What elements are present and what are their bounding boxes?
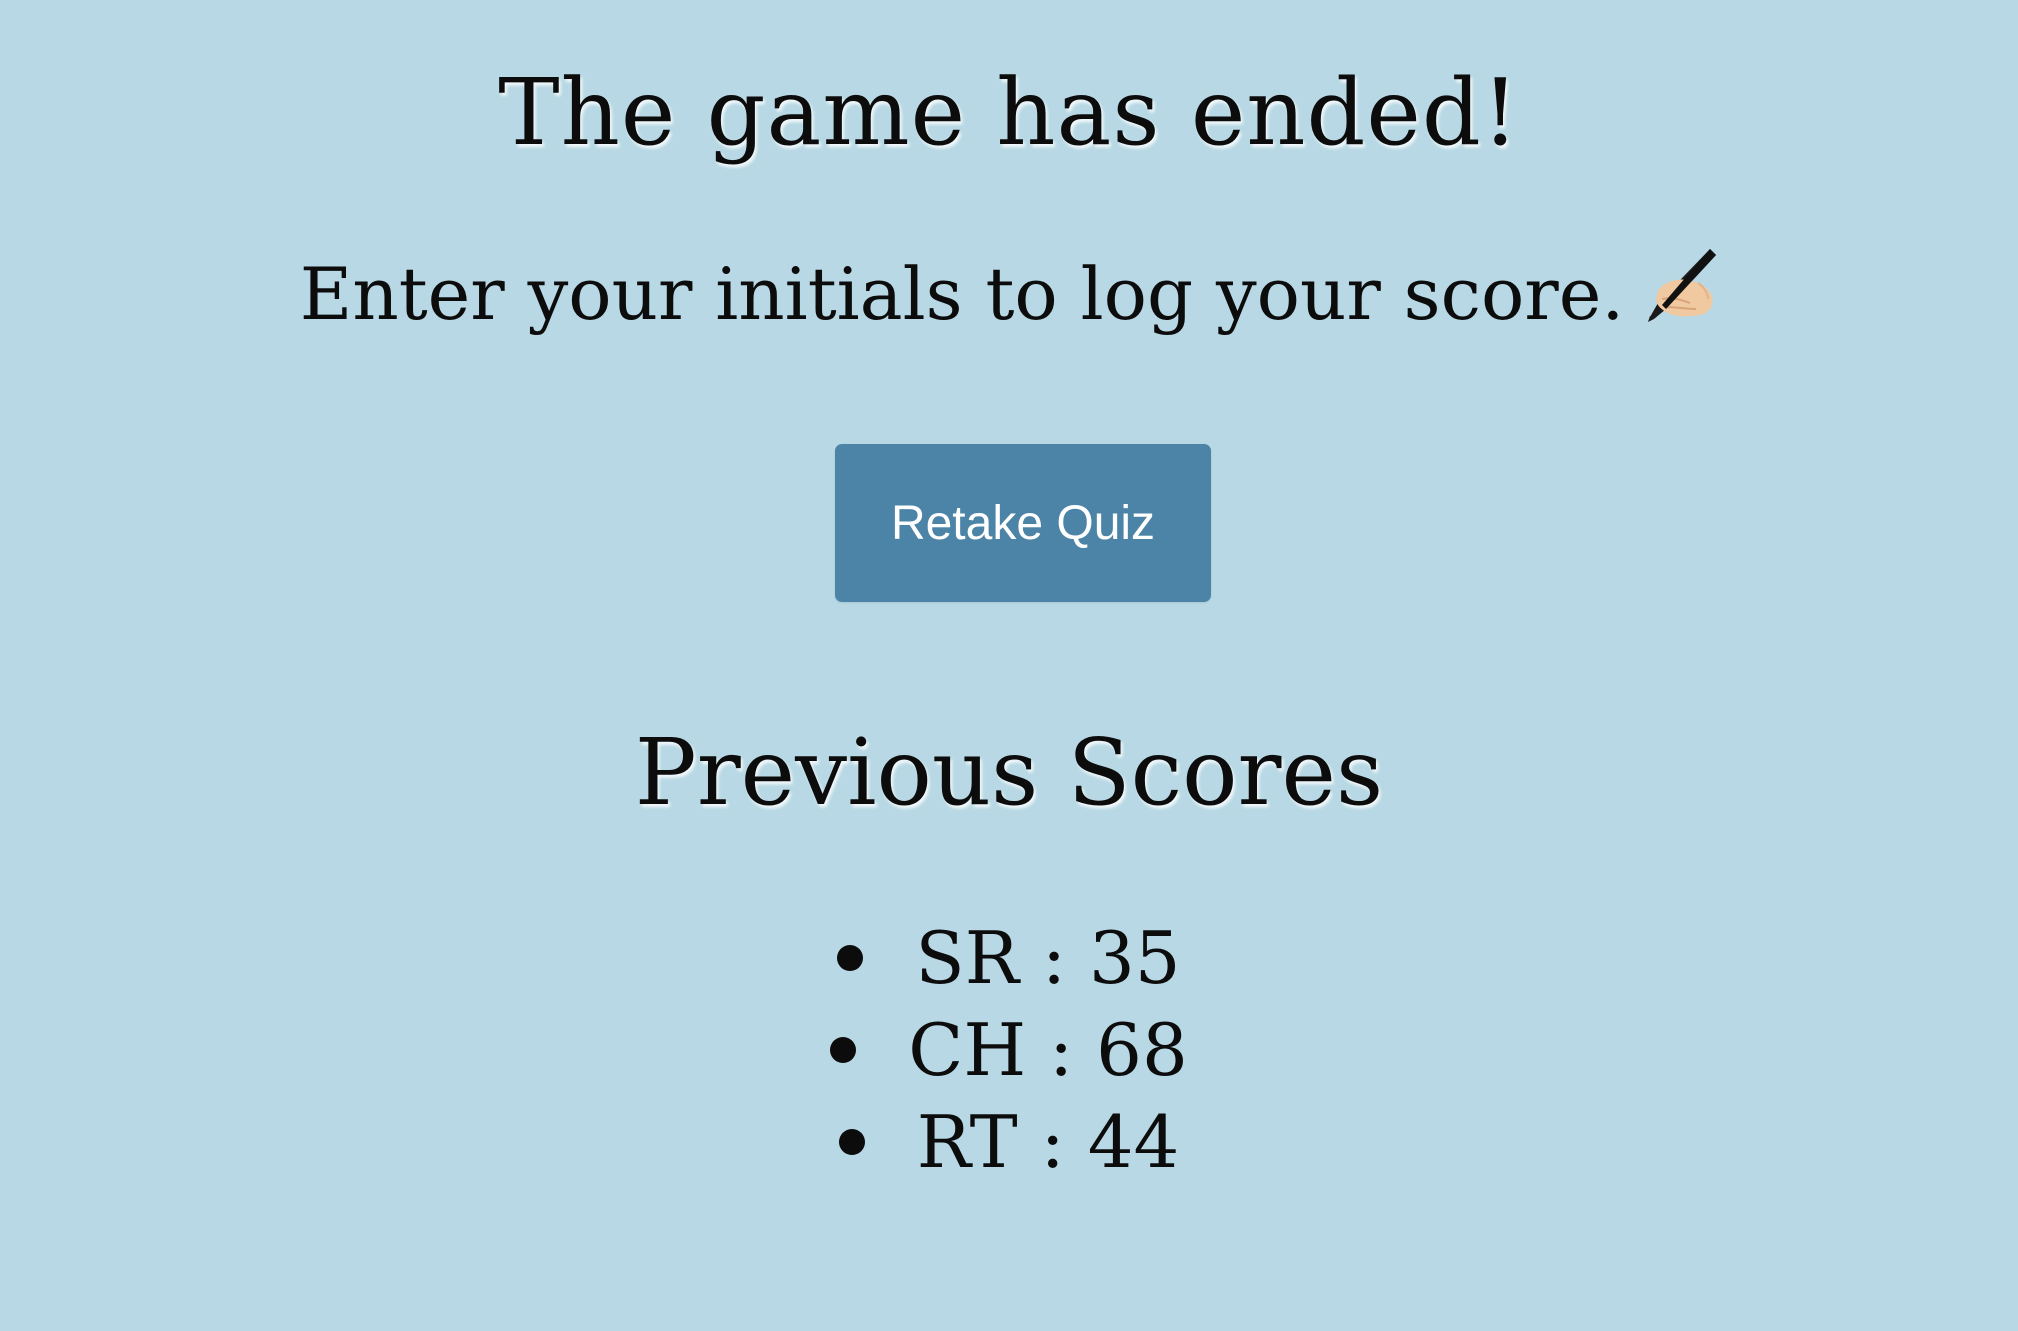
game-over-page: The game has ended! Enter your initials … (0, 0, 2018, 1331)
bullet-icon (838, 1129, 865, 1155)
score-entry-text: RT : 44 (916, 1100, 1180, 1184)
writing-hand-icon (1640, 247, 1718, 323)
bullet-icon (837, 945, 864, 971)
retake-quiz-button[interactable]: Retake Quiz (835, 444, 1211, 602)
bullet-icon (830, 1037, 857, 1063)
score-item: CH : 68 (0, 1004, 2018, 1096)
score-item: RT : 44 (0, 1096, 2018, 1188)
instructions-text: Enter your initials to log your score. (0, 244, 2018, 344)
page-title: The game has ended! (498, 59, 1520, 166)
score-item: SR : 35 (0, 912, 2018, 1004)
previous-scores-heading: Previous Scores (634, 719, 1384, 826)
score-entry-text: SR : 35 (915, 916, 1181, 1000)
score-list: SR : 35 CH : 68 RT : 44 (0, 912, 2018, 1188)
instructions-label: Enter your initials to log your score. (299, 252, 1625, 336)
score-entry-text: CH : 68 (908, 1008, 1188, 1092)
